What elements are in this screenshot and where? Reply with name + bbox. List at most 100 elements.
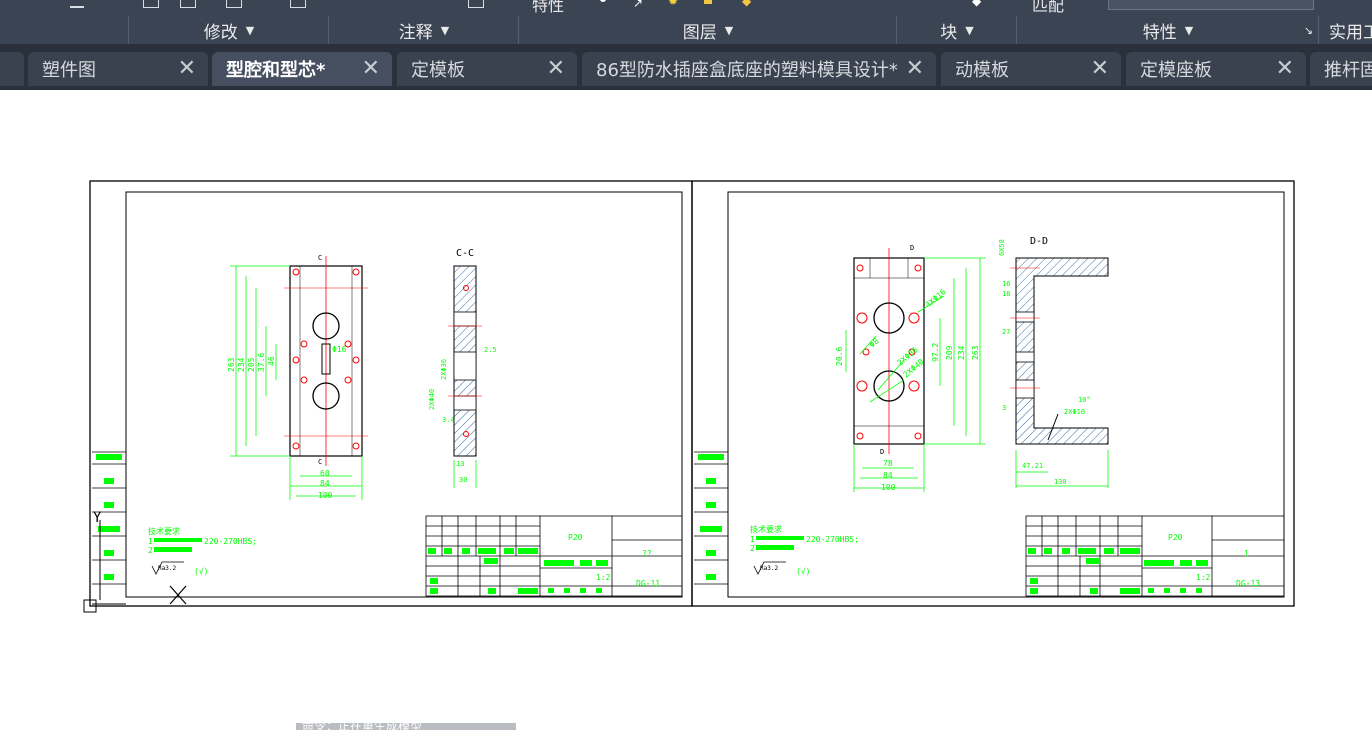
panel-properties-label: 特性 xyxy=(1142,22,1177,43)
svg-text:Ra3.2: Ra3.2 xyxy=(158,565,176,572)
command-line-tooltip: 命令：正在重生成模型 xyxy=(296,723,516,730)
tab-fixed-clamp-plate[interactable]: 定模座板 ✕ xyxy=(1126,52,1306,86)
panel-annotation-label: 注释 xyxy=(398,22,433,43)
svg-text:DG-13: DG-13 xyxy=(1236,579,1260,588)
panel-annotation[interactable]: 注释 ▼ xyxy=(328,16,519,44)
svg-text:84: 84 xyxy=(883,471,893,480)
file-tab-bar: 塑件图 ✕ 型腔和型芯* ✕ 定模板 ✕ 86型防水插座盒底座的塑料模具设计* … xyxy=(0,44,1372,90)
tab-scroll-left[interactable] xyxy=(0,52,24,86)
svg-text:18: 18 xyxy=(1002,290,1010,298)
svg-text:100: 100 xyxy=(318,491,333,500)
layer-lock-icon[interactable] xyxy=(704,0,712,4)
right-section-view: D-D xyxy=(1010,236,1109,445)
svg-text:97.2: 97.2 xyxy=(931,343,940,362)
close-icon[interactable]: ✕ xyxy=(1091,56,1109,81)
svg-text:130: 130 xyxy=(1054,478,1067,486)
tab-mold-design[interactable]: 86型防水插座盒底座的塑料模具设计* ✕ xyxy=(582,52,936,86)
properties-top-label[interactable]: 特性 xyxy=(532,0,564,14)
panel-properties[interactable]: 特性 ▼ ↘ xyxy=(1016,16,1319,44)
tab-label: 推杆固 xyxy=(1324,60,1372,81)
close-icon[interactable]: ✕ xyxy=(906,56,924,81)
panel-layers-label: 图层 xyxy=(682,22,717,43)
svg-text:220-270HBS;: 220-270HBS; xyxy=(806,535,859,544)
svg-text:P20: P20 xyxy=(568,533,583,542)
panel-block[interactable]: 块 ▼ xyxy=(896,16,1017,44)
mirror-icon[interactable] xyxy=(180,0,196,8)
chevron-down-icon: ▼ xyxy=(1184,23,1194,37)
cursor-crosshair xyxy=(169,585,187,605)
cad-drawing[interactable]: Y 60 84 100 263 234 205 37.6 46 Φ16 C C … xyxy=(0,90,1372,730)
tab-label: 塑件图 xyxy=(42,60,96,81)
layer-pen-icon[interactable]: ↗ xyxy=(633,0,643,10)
svg-text:3: 3 xyxy=(1002,404,1006,412)
tab-cavity-core[interactable]: 型腔和型芯* ✕ xyxy=(212,52,392,86)
panel-layers[interactable]: 图层 ▼ xyxy=(518,16,897,44)
svg-text:4XΦ16: 4XΦ16 xyxy=(924,287,948,309)
tab-moving-plate[interactable]: 动模板 ✕ xyxy=(941,52,1121,86)
panel-modify-label: 修改 xyxy=(203,22,238,43)
tab-ejector-plate[interactable]: 推杆固 xyxy=(1310,52,1372,86)
layer-sun-icon[interactable]: ✹ xyxy=(668,0,678,8)
tab-plastic-part[interactable]: 塑件图 ✕ xyxy=(28,52,208,86)
svg-text:D: D xyxy=(880,448,884,456)
svg-text:1:2: 1:2 xyxy=(596,573,611,582)
svg-text:263: 263 xyxy=(971,345,980,360)
left-section-view: C-C xyxy=(448,248,482,457)
sheet-left-border xyxy=(89,180,693,607)
layer-dot-icon[interactable] xyxy=(600,0,606,2)
close-icon[interactable]: ✕ xyxy=(362,56,380,81)
drawing-canvas[interactable]: Y 60 84 100 263 234 205 37.6 46 Φ16 C C … xyxy=(0,90,1372,730)
svg-text:技术要求: 技术要求 xyxy=(148,526,180,536)
svg-text:技术要求: 技术要求 xyxy=(750,524,782,534)
chevron-down-icon: ▼ xyxy=(724,23,734,37)
stretch-icon[interactable] xyxy=(290,0,306,8)
svg-text:1: 1 xyxy=(148,537,153,546)
tab-label: 型腔和型芯* xyxy=(226,60,326,81)
svg-text:47.21: 47.21 xyxy=(1022,462,1043,470)
tab-fixed-plate[interactable]: 定模板 ✕ xyxy=(397,52,577,86)
copy-icon[interactable] xyxy=(143,0,159,8)
svg-text:46: 46 xyxy=(267,356,276,366)
svg-text:60: 60 xyxy=(320,469,330,478)
svg-text:D: D xyxy=(910,244,914,252)
svg-text:234: 234 xyxy=(237,357,246,372)
svg-text:Φ8: Φ8 xyxy=(868,336,881,349)
panel-modify[interactable]: 修改 ▼ xyxy=(128,16,329,44)
move-icon[interactable] xyxy=(70,0,84,8)
svg-text:C: C xyxy=(318,458,322,466)
svg-text:3.4: 3.4 xyxy=(442,416,455,424)
svg-text:263: 263 xyxy=(227,357,236,372)
panel-utilities[interactable]: 实用工 xyxy=(1318,16,1372,44)
match-top-label[interactable]: 匹配 xyxy=(1032,0,1064,14)
layer-match-icon[interactable]: ◆ xyxy=(742,0,751,8)
svg-text:209: 209 xyxy=(945,345,954,360)
svg-text:1: 1 xyxy=(750,535,755,544)
side-strip-marks xyxy=(96,454,724,580)
block-insert-icon[interactable]: ◆ xyxy=(972,0,981,8)
svg-text:30: 30 xyxy=(459,476,467,484)
chevron-down-icon: ▼ xyxy=(245,23,255,37)
array-icon[interactable] xyxy=(226,0,242,8)
table-icon[interactable] xyxy=(468,0,484,8)
close-icon[interactable]: ✕ xyxy=(547,56,565,81)
close-icon[interactable]: ✕ xyxy=(178,56,196,81)
svg-text:(√): (√) xyxy=(796,567,810,576)
svg-text:2XΦ36: 2XΦ36 xyxy=(440,359,448,380)
svg-text:2XΦ40: 2XΦ40 xyxy=(428,389,436,410)
panel-launcher-icon[interactable]: ↘ xyxy=(1304,24,1313,37)
svg-text:1: 1 xyxy=(1244,549,1249,558)
left-front-view xyxy=(284,256,368,466)
chevron-down-icon: ▼ xyxy=(440,23,450,37)
close-icon[interactable]: ✕ xyxy=(1276,56,1294,81)
tab-label: 定模板 xyxy=(411,60,465,81)
ribbon: 特性 ↗ ✹ ◆ ◆ 匹配 修改 ▼ 注释 ▼ 图层 ▼ 块 ▼ 特性 ▼ ↘ … xyxy=(0,0,1372,44)
color-dropdown[interactable] xyxy=(1108,0,1314,10)
tab-label: 定模座板 xyxy=(1140,60,1212,81)
svg-text:C: C xyxy=(318,254,322,262)
left-side-strip xyxy=(92,451,728,585)
chevron-down-icon: ▼ xyxy=(965,23,974,37)
right-tech-requirements: 技术要求 1 220-270HBS; 2 Ra3.2 (√) xyxy=(750,524,859,576)
svg-text:2.5: 2.5 xyxy=(484,346,497,354)
svg-text:6X58: 6X58 xyxy=(998,239,1006,256)
ribbon-icon-row: 特性 ↗ ✹ ◆ ◆ 匹配 xyxy=(0,0,1372,14)
